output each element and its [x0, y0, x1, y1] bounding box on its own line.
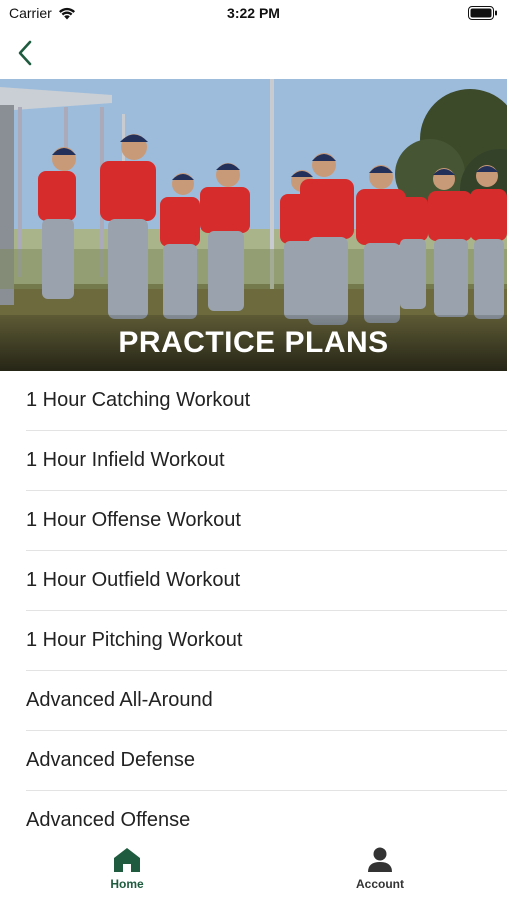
list-item[interactable]: Advanced All-Around — [26, 671, 507, 731]
tab-home[interactable]: Home — [57, 847, 197, 897]
hero-banner: PRACTICE PLANS — [0, 79, 507, 371]
list-item[interactable]: 1 Hour Outfield Workout — [26, 551, 507, 611]
battery-icon — [468, 6, 498, 23]
tab-bar: Home Account — [0, 841, 507, 900]
list-item-label: Advanced All-Around — [26, 689, 213, 711]
list-item[interactable]: 1 Hour Infield Workout — [26, 431, 507, 491]
list-item-label: 1 Hour Infield Workout — [26, 449, 225, 471]
navigation-bar — [0, 28, 507, 78]
list-item[interactable]: Advanced Defense — [26, 731, 507, 791]
list-item-label: Advanced Defense — [26, 749, 196, 771]
tab-home-label: Home — [110, 877, 144, 891]
list-item-label: Advanced Offense — [26, 809, 191, 831]
clock: 3:22 PM — [227, 5, 280, 21]
list-item[interactable]: Advanced Offense — [26, 791, 507, 841]
list-item[interactable]: 1 Hour Catching Workout — [26, 371, 507, 431]
list-item-label: 1 Hour Pitching Workout — [26, 629, 243, 651]
list-item-label: 1 Hour Outfield Workout — [26, 569, 241, 591]
tab-account[interactable]: Account — [310, 847, 450, 897]
list-item-label: 1 Hour Catching Workout — [26, 389, 251, 411]
list-item[interactable]: 1 Hour Offense Workout — [26, 491, 507, 551]
page-title: PRACTICE PLANS — [0, 315, 507, 371]
practice-plan-list: 1 Hour Catching Workout 1 Hour Infield W… — [0, 371, 507, 841]
tab-account-label: Account — [356, 877, 404, 891]
list-item-label: 1 Hour Offense Workout — [26, 509, 241, 531]
status-bar: Carrier 3:22 PM — [0, 0, 507, 28]
account-icon — [368, 847, 392, 872]
chevron-left-icon — [18, 40, 32, 66]
home-icon — [114, 848, 140, 872]
list-item[interactable]: 1 Hour Pitching Workout — [26, 611, 507, 671]
back-button[interactable] — [10, 36, 40, 70]
